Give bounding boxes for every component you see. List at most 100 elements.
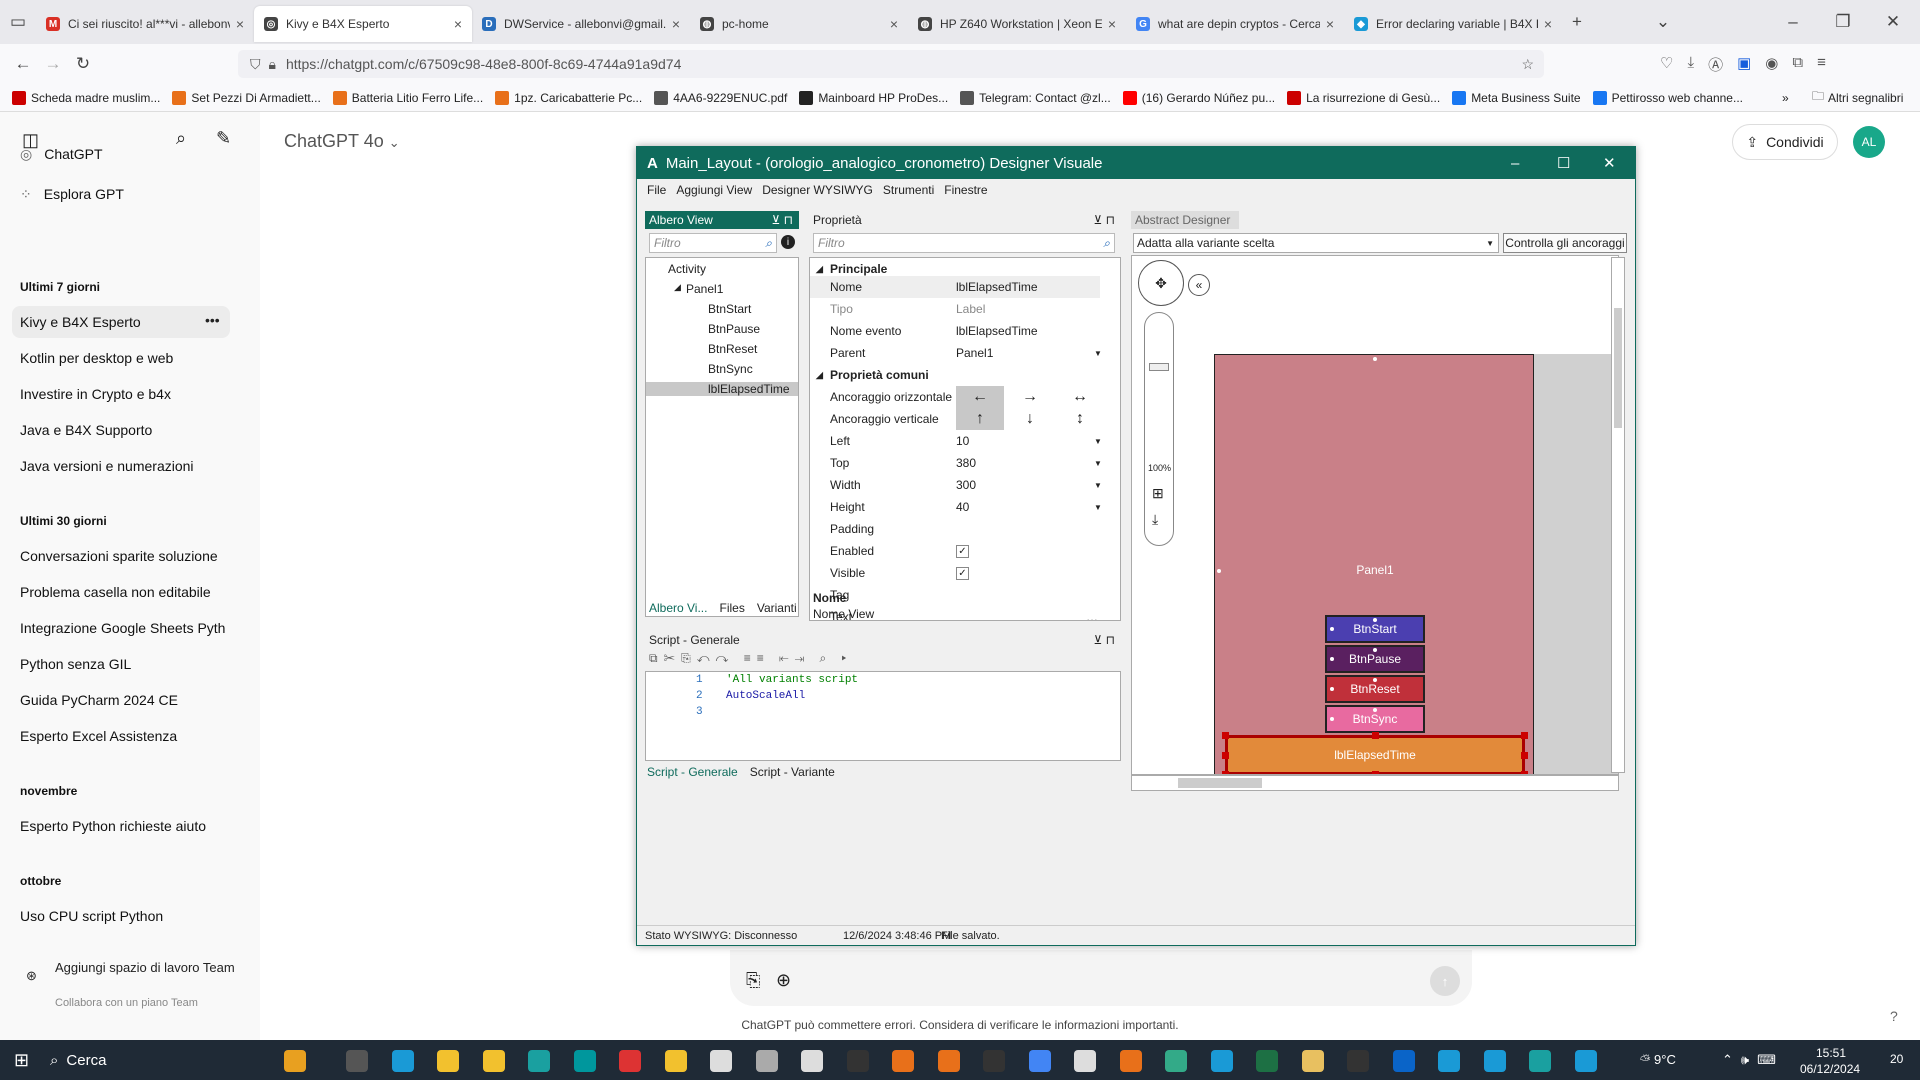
- app-icon[interactable]: [528, 1050, 550, 1072]
- horizontal-scrollbar[interactable]: [1131, 775, 1619, 791]
- back-icon[interactable]: ←: [8, 54, 38, 74]
- sidebar-chat-item[interactable]: Kotlin per desktop e web: [20, 350, 173, 366]
- excel-icon[interactable]: [1256, 1050, 1278, 1072]
- attach-icon[interactable]: ⎘: [746, 970, 760, 991]
- browser-tab[interactable]: M Ci sei riuscito! al***vi - allebonvi ×: [36, 6, 254, 42]
- sidebar-top-item[interactable]: ◎ ChatGPT: [20, 146, 103, 163]
- prop-tag[interactable]: Tag: [810, 584, 1100, 606]
- sidebar-chat-item[interactable]: Java e B4X Supporto: [20, 422, 152, 438]
- app-icon[interactable]: [983, 1050, 1005, 1072]
- toolbox-icon[interactable]: [284, 1050, 306, 1072]
- tab-dropdown-icon[interactable]: ⌄: [1648, 12, 1678, 32]
- variant-select[interactable]: Adatta alla variante scelta ▼: [1133, 233, 1499, 253]
- b4x-icon[interactable]: [1529, 1050, 1551, 1072]
- tree-node[interactable]: BtnSync: [708, 362, 753, 376]
- browser-tab[interactable]: Gwhat are depin cryptos - Cerca ×: [1126, 6, 1344, 42]
- notifications-badge[interactable]: 20: [1890, 1052, 1903, 1066]
- app-icon[interactable]: [1074, 1050, 1096, 1072]
- properties-filter-input[interactable]: Filtro ⌕: [813, 233, 1115, 253]
- minimize-icon[interactable]: –: [1778, 12, 1808, 32]
- designer-canvas[interactable]: ✥ « 100% ⊞ ⤓ Panel1 BtnStart BtnPause BtnR…: [1131, 255, 1619, 775]
- tree-tab[interactable]: Varianti: [757, 601, 797, 615]
- sidebar-chat-item[interactable]: Esperto Python richieste aiuto: [20, 818, 206, 834]
- tree-node[interactable]: Panel1: [686, 282, 723, 296]
- pin-icon[interactable]: ⊻ ⊓: [772, 213, 793, 227]
- app-icon[interactable]: [801, 1050, 823, 1072]
- bookmark-star-icon[interactable]: ☆: [1521, 56, 1534, 73]
- menu-item[interactable]: File: [647, 183, 666, 197]
- avatar[interactable]: AL: [1853, 126, 1885, 158]
- account-icon[interactable]: Ⓐ: [1708, 54, 1723, 75]
- help-icon[interactable]: ?: [1890, 1008, 1898, 1024]
- designer-button-view[interactable]: BtnReset: [1325, 675, 1425, 703]
- browser-tab[interactable]: ◍ HP Z640 Workstation | Xeon E5 ×: [908, 6, 1126, 42]
- menu-item[interactable]: Designer WYSIWYG: [762, 183, 873, 197]
- dropdown-icon[interactable]: ▼: [1094, 481, 1102, 490]
- anchor-bottom-icon[interactable]: ↓: [1006, 408, 1054, 430]
- app-icon[interactable]: [1119, 1050, 1142, 1072]
- firefox-icon[interactable]: [937, 1050, 960, 1072]
- pocket-icon[interactable]: ♡: [1660, 54, 1673, 75]
- url-bar[interactable]: ⛉ 🔒︎ https://chatgpt.com/c/67509c98-48e8…: [238, 50, 1544, 78]
- bitwarden-icon[interactable]: ▣: [1737, 54, 1751, 75]
- model-selector[interactable]: ChatGPT 4o ⌄: [284, 131, 400, 152]
- shield-icon[interactable]: ⛉: [250, 56, 261, 73]
- sidebar-chat-item[interactable]: Esperto Excel Assistenza: [20, 728, 177, 744]
- close-tab-icon[interactable]: ×: [1108, 16, 1116, 32]
- tree-node[interactable]: Activity: [668, 262, 706, 276]
- browser-tab[interactable]: ◎ Kivy e B4X Esperto ×: [254, 6, 472, 42]
- prop-nome[interactable]: Nome lblElapsedTime: [810, 276, 1100, 298]
- prop-visible[interactable]: Visible ✓: [810, 562, 1100, 584]
- zoom-fit-icon[interactable]: ⊞: [1152, 485, 1164, 502]
- prop-enabled[interactable]: Enabled ✓: [810, 540, 1100, 562]
- prop-nome-evento[interactable]: Nome evento lblElapsedTime: [810, 320, 1100, 342]
- expand-icon[interactable]: ◢: [674, 282, 681, 293]
- anchor-both-horizontal-icon[interactable]: ↔: [1056, 386, 1104, 408]
- save-image-icon[interactable]: ⤓: [1152, 511, 1158, 528]
- pin-icon[interactable]: ⊻ ⊓: [1094, 213, 1115, 227]
- tray-icons[interactable]: ⌃🕪︎⌨: [1722, 1052, 1784, 1068]
- sidebar-chat-item[interactable]: Uso CPU script Python: [20, 908, 163, 924]
- clock-date[interactable]: 06/12/2024: [1800, 1062, 1860, 1076]
- app-icon[interactable]: [1483, 1050, 1506, 1072]
- app-icon[interactable]: [1210, 1050, 1233, 1072]
- app-icon[interactable]: [1165, 1050, 1187, 1072]
- windows-start-icon[interactable]: ⊞: [14, 1050, 29, 1071]
- prop-height[interactable]: Height 40 ▼: [810, 496, 1102, 518]
- bookmark-item[interactable]: (16) Gerardo Núñez pu...: [1122, 90, 1275, 105]
- outlook-icon[interactable]: [1392, 1050, 1415, 1072]
- script-toolbar[interactable]: ⧉✂⎘↶↷ ≡≡ ⇤⇥ ⌕ ▸: [649, 651, 852, 666]
- extensions-icon[interactable]: ⧉: [1792, 54, 1803, 75]
- web-search-icon[interactable]: ⊕: [776, 970, 791, 991]
- tree-node[interactable]: BtnPause: [708, 322, 760, 336]
- browser-tab[interactable]: D DWService - allebonvi@gmail.c ×: [472, 6, 690, 42]
- close-tab-icon[interactable]: ×: [236, 16, 244, 32]
- prop-top[interactable]: Top 380 ▼: [810, 452, 1102, 474]
- bookmark-item[interactable]: Mainboard HP ProDes...: [799, 90, 948, 105]
- tree-node[interactable]: BtnReset: [708, 342, 757, 356]
- bookmark-item[interactable]: Set Pezzi Di Armadiett...: [172, 90, 321, 105]
- reload-icon[interactable]: ↻: [68, 54, 98, 74]
- extension-icon[interactable]: ◉: [1765, 54, 1778, 75]
- close-tab-icon[interactable]: ×: [672, 16, 680, 32]
- sidebar-chat-item[interactable]: Python senza GIL: [20, 656, 131, 672]
- bookmark-item[interactable]: Pettirosso web channe...: [1592, 90, 1743, 105]
- arduino-icon[interactable]: [573, 1050, 596, 1072]
- designer-button-view[interactable]: BtnSync: [1325, 705, 1425, 733]
- clock-time[interactable]: 15:51: [1816, 1046, 1846, 1060]
- tree-tab[interactable]: Albero Vi...: [649, 601, 707, 615]
- bookmark-item[interactable]: Batteria Litio Ferro Life...: [332, 90, 483, 105]
- file-icon[interactable]: [664, 1050, 687, 1072]
- terminal-icon[interactable]: [1347, 1050, 1369, 1072]
- designer-button-view[interactable]: BtnPause: [1325, 645, 1425, 673]
- bookmark-item[interactable]: 4AA6-9229ENUC.pdf: [654, 90, 787, 105]
- code-editor[interactable]: 1 'All variants script 2 AutoScaleAll 3: [645, 671, 1121, 761]
- tab-list-icon[interactable]: ▭: [0, 12, 36, 32]
- dropdown-icon[interactable]: ▼: [1094, 503, 1102, 512]
- app-icon[interactable]: [1301, 1050, 1324, 1072]
- tree-tab[interactable]: Files: [719, 601, 744, 615]
- sidebar-chat-item[interactable]: Guida PyCharm 2024 CE: [20, 692, 178, 708]
- new-chat-icon[interactable]: ✎: [216, 128, 231, 149]
- zoom-thumb[interactable]: [1149, 363, 1169, 371]
- app-icon[interactable]: [1438, 1050, 1460, 1072]
